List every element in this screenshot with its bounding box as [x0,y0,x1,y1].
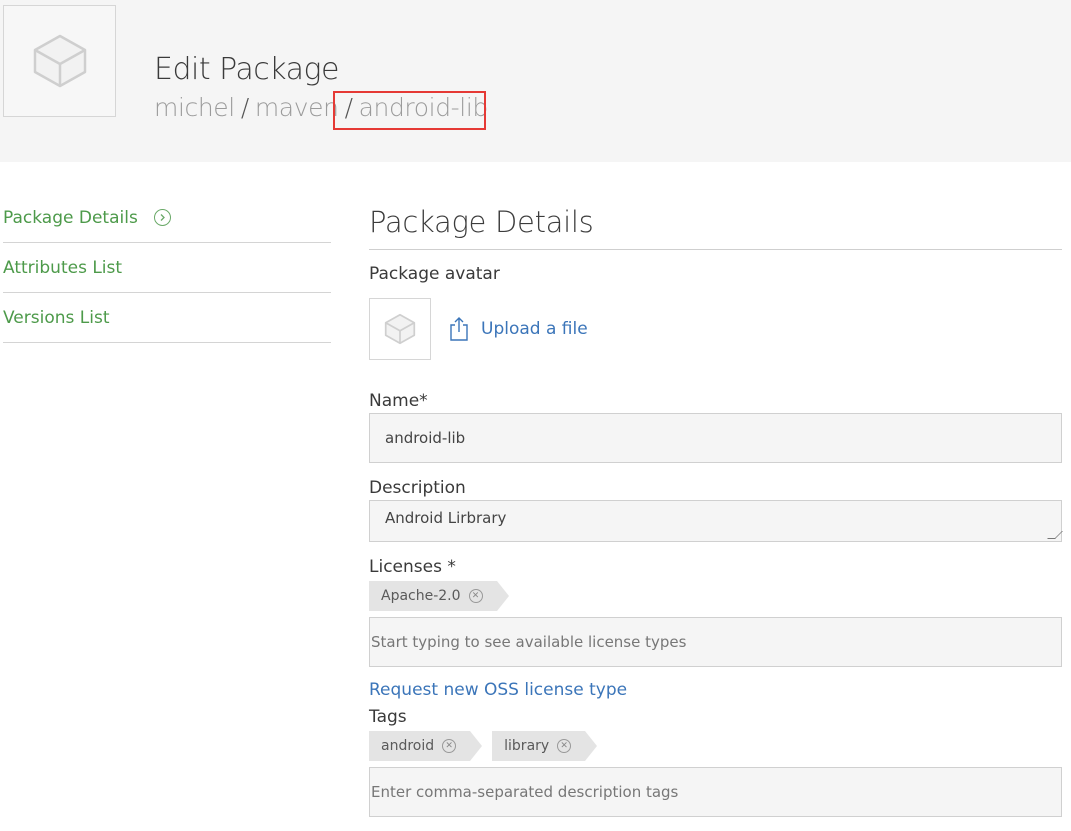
breadcrumb-owner[interactable]: michel [154,93,235,122]
tag-chip: android ✕ [369,731,483,761]
remove-chip-icon[interactable]: ✕ [468,589,483,603]
upload-file-button[interactable]: Upload a file [449,316,588,342]
nav-item-attributes-list[interactable]: Attributes List [3,243,331,293]
nav-item-package-details[interactable]: Package Details [3,193,331,243]
upload-icon [450,317,468,341]
description-value: Android Lirbrary [385,509,507,527]
license-chips: Apache-2.0 ✕ [369,581,1062,611]
avatar-row: Upload a file [369,298,1062,360]
tags-label: Tags [369,707,407,727]
page-title: Edit Package [154,52,339,87]
name-label: Name* [369,391,428,411]
description-textarea[interactable]: Android Lirbrary [369,500,1063,542]
description-label: Description [369,478,466,498]
remove-chip-icon[interactable]: ✕ [557,739,572,753]
remove-chip-icon[interactable]: ✕ [442,739,457,753]
chip-label: android [381,738,435,754]
chevron-right-icon [153,209,171,226]
section-title: Package Details [369,205,1062,250]
nav-item-label: Attributes List [3,257,123,278]
package-box-icon [33,34,86,88]
chip-label: library [504,738,550,754]
avatar-label: Package avatar [369,264,500,284]
upload-file-label: Upload a file [481,319,588,339]
nav-item-label: Versions List [3,307,110,328]
nav-item-label: Package Details [3,207,138,228]
chip-label: Apache-2.0 [381,588,461,604]
page-header: Edit Package michel / maven / android-lib [0,0,1071,162]
breadcrumb-separator: / [240,93,249,122]
package-logo [3,5,116,117]
tags-input[interactable]: Enter comma-separated description tags [369,767,1062,817]
resize-grip-icon[interactable] [1047,531,1063,539]
nav-item-versions-list[interactable]: Versions List [3,293,331,343]
breadcrumb-repo[interactable]: maven [255,93,339,122]
tag-chips: android ✕ library ✕ [369,731,1062,761]
request-license-link[interactable]: Request new OSS license type [369,680,1062,700]
package-box-icon [384,313,416,345]
package-details-form: Package Details Package avatar Upload a … [369,205,1063,817]
license-search-input[interactable]: Start typing to see available license ty… [369,617,1062,667]
tag-chip: library ✕ [492,731,598,761]
name-input[interactable]: android-lib [369,413,1062,463]
annotation-highlight-box [333,91,486,130]
licenses-label: Licenses * [369,557,456,577]
package-avatar [369,298,431,360]
side-navigation: Package Details Attributes List Versions… [3,193,331,343]
license-chip: Apache-2.0 ✕ [369,581,509,611]
